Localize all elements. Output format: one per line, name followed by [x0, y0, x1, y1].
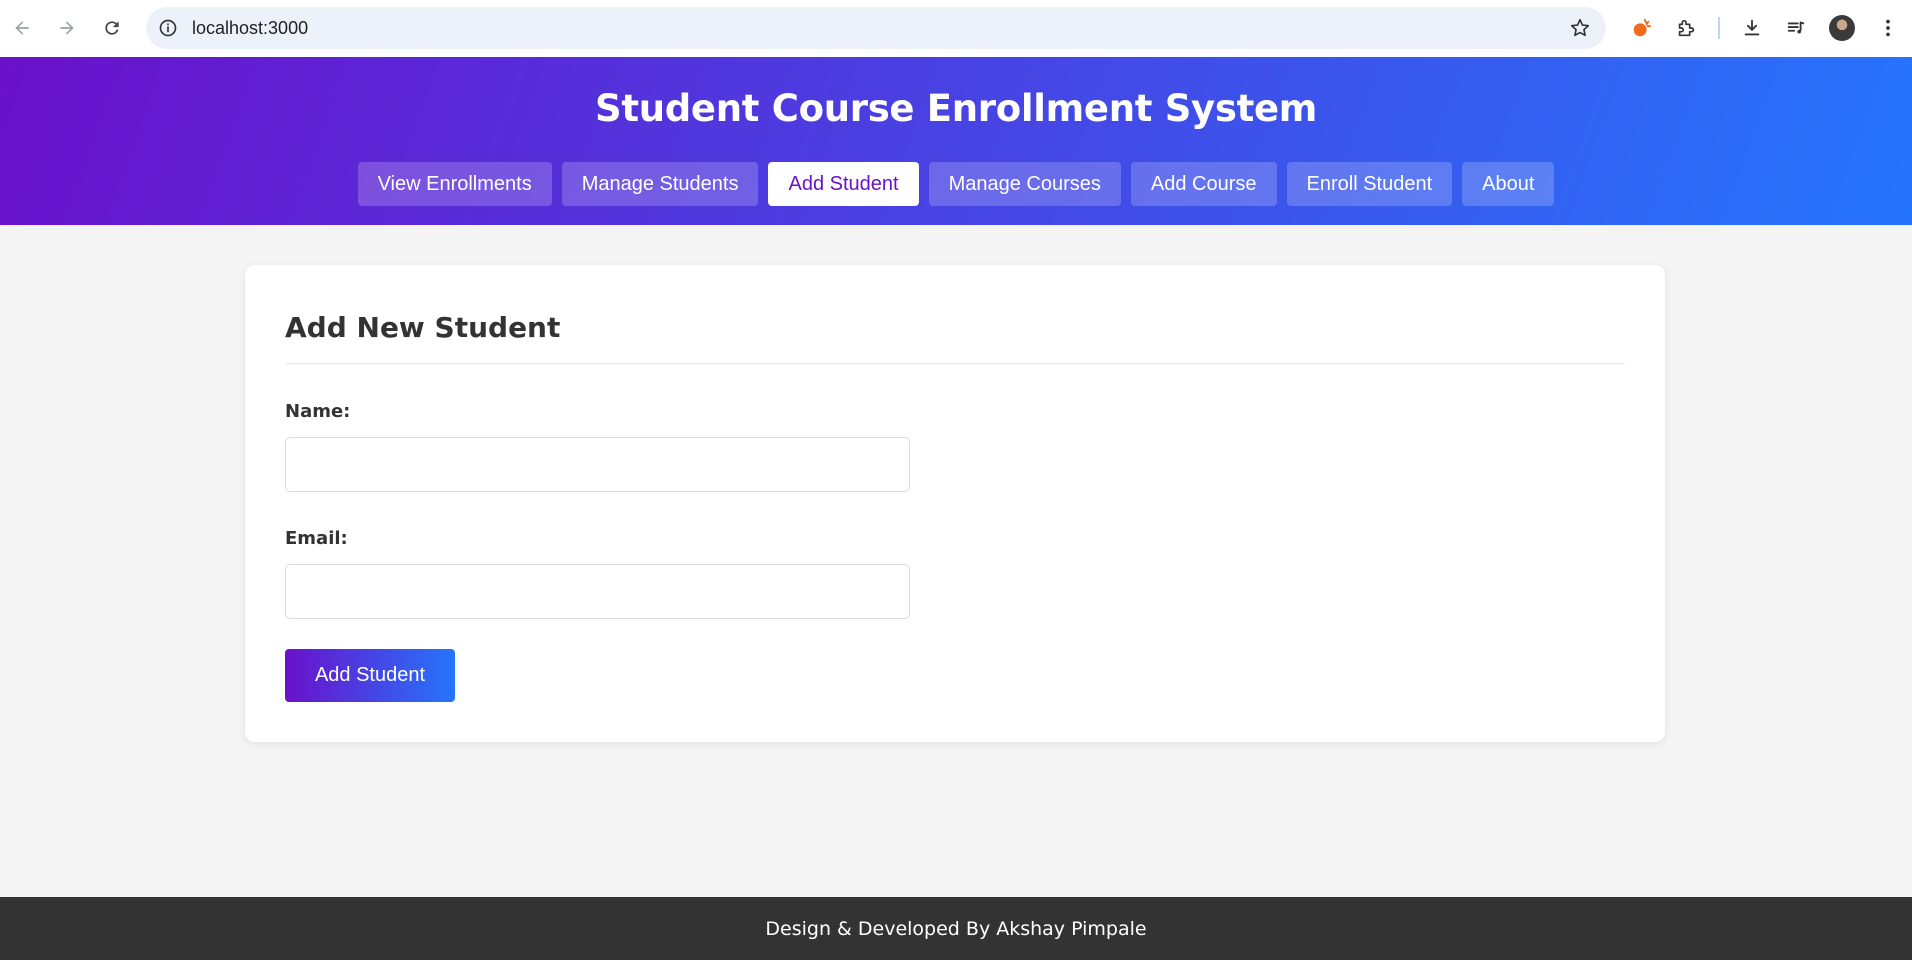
url-text[interactable]: localhost:3000 — [192, 18, 308, 39]
name-label: Name: — [285, 401, 351, 422]
bookmark-star-icon[interactable] — [1568, 16, 1592, 40]
address-bar[interactable]: localhost:3000 — [146, 7, 1606, 49]
extension-brand-icon[interactable] — [1626, 12, 1658, 44]
site-title: Student Course Enrollment System — [594, 87, 1318, 130]
form-title: Add New Student — [285, 311, 561, 344]
nav-view-enrollments[interactable]: View Enrollments — [357, 162, 552, 206]
nav-enroll-student[interactable]: Enroll Student — [1286, 162, 1453, 206]
nav-about[interactable]: About — [1462, 162, 1555, 206]
nav-add-student[interactable]: Add Student — [768, 162, 919, 206]
profile-avatar[interactable] — [1829, 15, 1855, 41]
footer-credit: Design & Developed By Akshay Pimpale — [765, 917, 1147, 940]
forward-icon[interactable] — [51, 12, 83, 44]
add-student-button[interactable]: Add Student — [285, 649, 455, 702]
email-field[interactable] — [285, 564, 910, 619]
add-student-card: Add New Student Name: Email: Add Student — [245, 265, 1665, 742]
site-footer: Design & Developed By Akshay Pimpale — [0, 897, 1912, 960]
toolbar-divider — [1718, 17, 1720, 39]
back-icon[interactable] — [6, 12, 38, 44]
name-field[interactable] — [285, 437, 910, 492]
more-menu-icon[interactable] — [1872, 12, 1904, 44]
media-control-icon[interactable] — [1780, 12, 1812, 44]
browser-toolbar: localhost:3000 — [0, 0, 1912, 57]
site-info-icon[interactable] — [156, 16, 180, 40]
nav-manage-courses[interactable]: Manage Courses — [928, 162, 1121, 206]
nav-add-course[interactable]: Add Course — [1130, 162, 1277, 206]
download-icon[interactable] — [1736, 12, 1768, 44]
main-nav: View Enrollments Manage Students Add Stu… — [0, 162, 1912, 206]
title-divider — [285, 363, 1625, 364]
extensions-puzzle-icon[interactable] — [1670, 12, 1702, 44]
reload-icon[interactable] — [96, 12, 128, 44]
site-header: Student Course Enrollment System View En… — [0, 57, 1912, 225]
nav-manage-students[interactable]: Manage Students — [561, 162, 759, 206]
email-label: Email: — [285, 528, 348, 549]
